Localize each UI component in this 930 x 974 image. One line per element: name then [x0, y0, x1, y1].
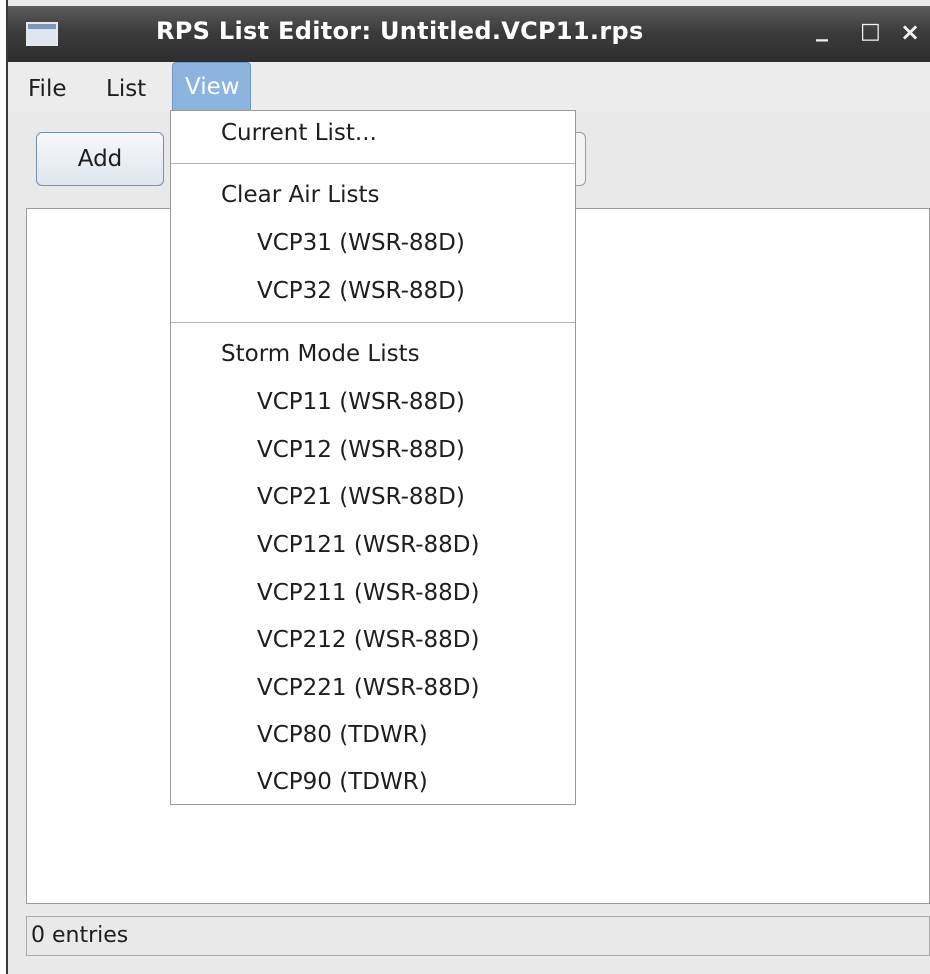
menu-item-vcp221[interactable]: VCP221 (WSR-88D) [257, 668, 480, 708]
storm-mode-lists-header: Storm Mode Lists [221, 341, 420, 367]
menu-view[interactable]: View [172, 62, 251, 110]
view-menu-dropdown: Current List... Clear Air Lists VCP31 (W… [170, 110, 576, 805]
menu-item-vcp80[interactable]: VCP80 (TDWR) [257, 715, 428, 755]
menu-item-current-list[interactable]: Current List... [221, 113, 377, 153]
menu-item-vcp211[interactable]: VCP211 (WSR-88D) [257, 573, 480, 613]
menu-item-vcp11[interactable]: VCP11 (WSR-88D) [257, 382, 465, 422]
add-button[interactable]: Add [36, 132, 164, 186]
maximize-button[interactable]: □ [860, 19, 881, 44]
menu-file[interactable]: File [18, 70, 77, 108]
clear-air-lists-header: Clear Air Lists [221, 182, 380, 208]
menu-separator [171, 322, 575, 323]
window-title: RPS List Editor: Untitled.VCP11.rps [156, 17, 644, 45]
menu-item-vcp21[interactable]: VCP21 (WSR-88D) [257, 477, 465, 517]
menu-item-vcp121[interactable]: VCP121 (WSR-88D) [257, 525, 480, 565]
menu-list[interactable]: List [96, 70, 156, 108]
status-entries-count: 0 entries [31, 923, 129, 948]
menu-separator [171, 163, 575, 164]
window-icon [26, 22, 58, 46]
menu-item-vcp31[interactable]: VCP31 (WSR-88D) [257, 223, 465, 263]
title-bar[interactable]: RPS List Editor: Untitled.VCP11.rps _ □ … [8, 6, 930, 62]
menu-item-vcp12[interactable]: VCP12 (WSR-88D) [257, 430, 465, 470]
minimize-button[interactable]: _ [816, 14, 828, 42]
menu-bar: File List View [8, 62, 930, 112]
menu-item-vcp212[interactable]: VCP212 (WSR-88D) [257, 620, 480, 660]
menu-item-vcp90[interactable]: VCP90 (TDWR) [257, 762, 428, 802]
menu-item-vcp32[interactable]: VCP32 (WSR-88D) [257, 271, 465, 311]
close-button[interactable]: × [900, 18, 920, 46]
status-bar: 0 entries [26, 916, 930, 956]
